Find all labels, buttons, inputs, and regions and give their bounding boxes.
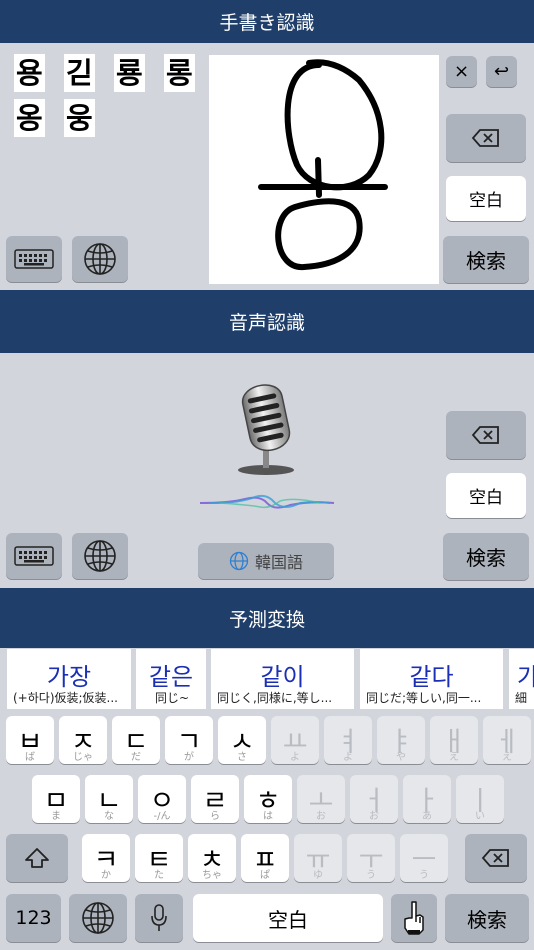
key-yu[interactable]: ㅠゆ xyxy=(294,834,342,882)
candidate-5[interactable]: 옹 xyxy=(14,99,45,137)
voice-title: 音声認識 xyxy=(228,312,305,334)
globe-icon xyxy=(84,540,116,572)
prediction-item[interactable]: 가장 (+하다)仮装;仮装... xyxy=(7,649,131,709)
microphone-icon[interactable] xyxy=(228,372,304,476)
undo-button[interactable]: ↩ xyxy=(486,56,517,87)
key-r[interactable]: ㄹら xyxy=(191,775,239,823)
key-b[interactable]: ㅂば xyxy=(6,716,54,764)
key-yeo[interactable]: ㅕよ xyxy=(324,716,372,764)
backspace-key[interactable] xyxy=(465,834,527,882)
language-button[interactable]: 韓国語 xyxy=(198,543,334,579)
prediction-item[interactable]: 같은 同じ~ xyxy=(136,649,206,709)
candidate-3[interactable]: 룡 xyxy=(114,54,145,92)
key-ch[interactable]: ㅊちゃ xyxy=(188,834,236,882)
candidate-2[interactable]: 긷 xyxy=(64,54,95,92)
key-a[interactable]: ㅏあ xyxy=(403,775,451,823)
candidate-1[interactable]: 용 xyxy=(14,54,45,92)
globe-button-voice[interactable] xyxy=(72,533,128,579)
backspace-icon xyxy=(481,849,509,867)
voice-header: 音声認識 xyxy=(0,290,534,353)
key-eu[interactable]: ㅡう xyxy=(400,834,448,882)
globe-icon xyxy=(229,551,249,571)
key-s[interactable]: ㅅさ xyxy=(218,716,266,764)
shift-icon xyxy=(25,848,49,868)
space-button-voice[interactable]: 空白 xyxy=(446,473,526,518)
space-button-handwriting[interactable]: 空白 xyxy=(446,176,526,221)
key-d[interactable]: ㄷだ xyxy=(112,716,160,764)
key-ya[interactable]: ㅑや xyxy=(377,716,425,764)
key-o[interactable]: ㅗお xyxy=(297,775,345,823)
prediction-item[interactable]: 가 細 xyxy=(509,649,534,709)
prediction-header: 予測変換 xyxy=(0,588,534,648)
prediction-title: 予測変換 xyxy=(228,608,305,631)
key-eo[interactable]: ㅓお xyxy=(350,775,398,823)
key-yo[interactable]: ㅛよ xyxy=(271,716,319,764)
globe-button-handwriting[interactable] xyxy=(72,236,128,282)
shift-button[interactable] xyxy=(6,834,68,882)
keyboard-toggle-button-handwriting[interactable] xyxy=(6,236,62,282)
backspace-icon xyxy=(471,426,499,444)
key-t[interactable]: ㅌた xyxy=(135,834,183,882)
key-p[interactable]: ㅍぱ xyxy=(241,834,289,882)
handwriting-header: 手書き認識 xyxy=(0,0,534,43)
space-key[interactable]: 空白 xyxy=(193,894,383,942)
keyboard-icon xyxy=(14,546,54,566)
keyboard-toggle-button-voice[interactable] xyxy=(6,533,62,579)
candidate-4[interactable]: 롱 xyxy=(164,54,195,92)
handwriting-stroke-drawing xyxy=(258,59,388,271)
prediction-item[interactable]: 같이 同じく,同様に,等し... xyxy=(211,649,354,709)
search-button-voice[interactable]: 検索 xyxy=(443,533,529,580)
backspace-button[interactable] xyxy=(446,114,526,162)
search-key[interactable]: 検索 xyxy=(445,894,529,942)
key-n[interactable]: ㄴな xyxy=(85,775,133,823)
pointing-hand-icon xyxy=(404,901,424,935)
search-button-handwriting[interactable]: 検索 xyxy=(443,236,529,283)
key-k[interactable]: ㅋか xyxy=(82,834,130,882)
language-label: 韓国語 xyxy=(254,553,303,572)
key-ae[interactable]: ㅐえ xyxy=(430,716,478,764)
key-j[interactable]: ㅈじゃ xyxy=(59,716,107,764)
number-mode-button[interactable]: 123 xyxy=(6,894,61,942)
globe-icon xyxy=(82,902,114,934)
key-m[interactable]: ㅁま xyxy=(32,775,80,823)
backspace-icon xyxy=(471,129,499,147)
key-u[interactable]: ㅜう xyxy=(347,834,395,882)
key-e[interactable]: ㅔえ xyxy=(483,716,531,764)
backspace-button-voice[interactable] xyxy=(446,411,526,459)
key-i[interactable]: ㅣい xyxy=(456,775,504,823)
candidate-6[interactable]: 웅 xyxy=(64,99,95,137)
microphone-icon xyxy=(151,904,167,931)
handwriting-title: 手書き認識 xyxy=(219,12,315,34)
globe-button-keyboard[interactable] xyxy=(69,894,127,942)
key-g[interactable]: ㄱが xyxy=(165,716,213,764)
prediction-item[interactable]: 같다 同じだ;等しい,同一... xyxy=(360,649,503,709)
key-h[interactable]: ㅎは xyxy=(244,775,292,823)
key-ng[interactable]: ㅇ -/ん xyxy=(138,775,186,823)
globe-icon xyxy=(84,243,116,275)
voice-waveform xyxy=(199,493,335,513)
clear-button[interactable]: × xyxy=(446,56,477,87)
handwriting-mode-button[interactable] xyxy=(391,894,437,942)
dictation-button[interactable] xyxy=(135,894,183,942)
handwriting-canvas[interactable] xyxy=(209,55,439,284)
keyboard-icon xyxy=(14,249,54,269)
